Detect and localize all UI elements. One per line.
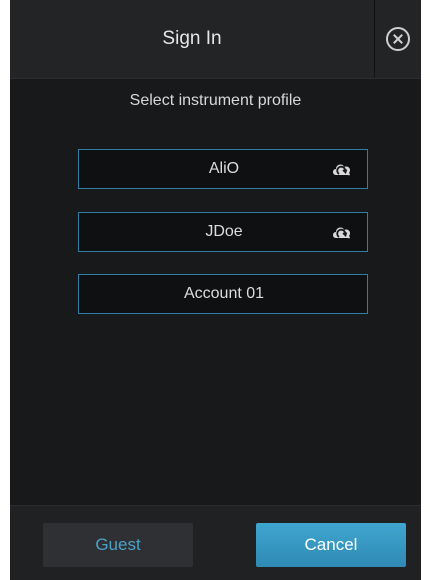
profile-name: JDoe [205,223,243,240]
select-profile-prompt: Select instrument profile [129,92,302,109]
sign-in-dialog: Sign In Select instrument profile AliO J… [10,0,421,580]
close-button[interactable] [374,0,421,78]
profile-name: AliO [208,160,240,177]
dialog-title: Sign In [162,28,222,49]
cloud-sync-icon [333,227,351,239]
profile-button-account-01[interactable]: Account 01 [78,274,368,314]
dialog-header: Sign In [10,0,421,79]
profile-button-jdoe[interactable]: JDoe [78,212,368,252]
dialog-footer: Guest Cancel [10,505,421,580]
profile-name: Account 01 [183,285,265,302]
cancel-button[interactable]: Cancel [256,523,406,567]
guest-button[interactable]: Guest [43,523,193,567]
profile-button-alio[interactable]: AliO [78,149,368,189]
cloud-sync-icon [333,164,351,176]
close-circle-icon[interactable] [386,27,410,51]
